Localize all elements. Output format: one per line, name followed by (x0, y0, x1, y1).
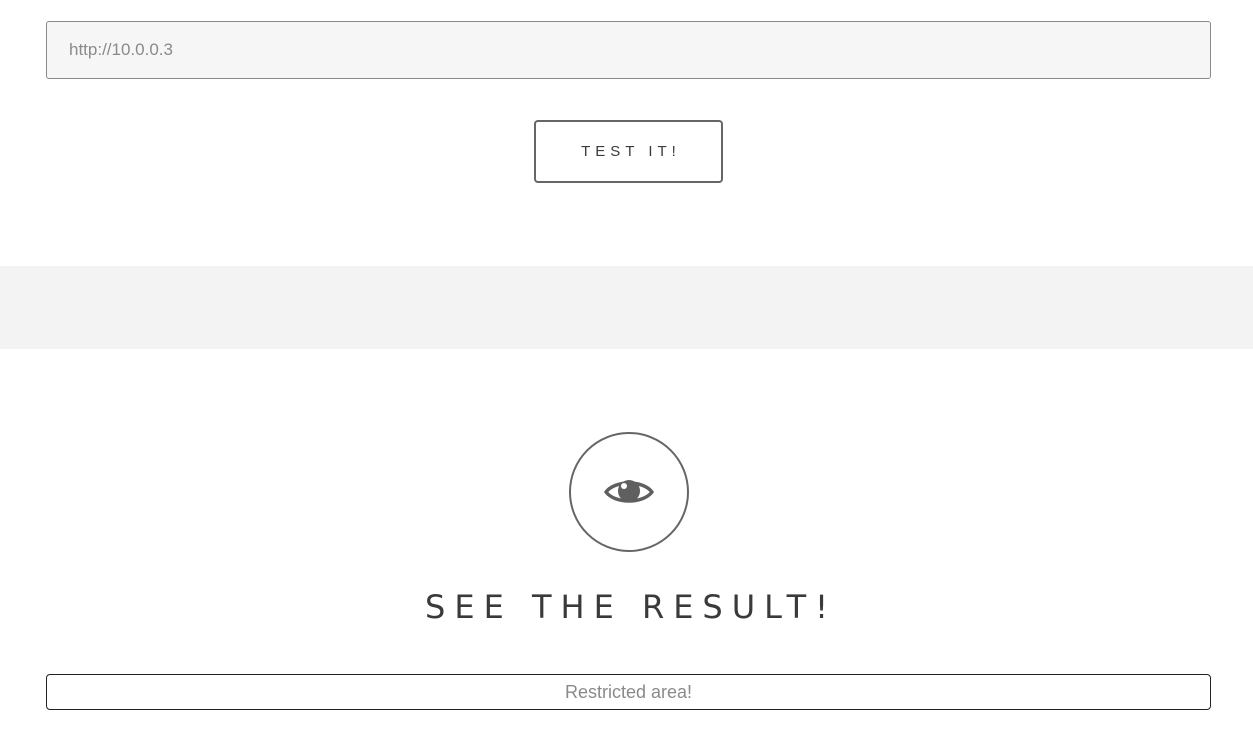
result-title: SEE THE RESULT! (425, 588, 837, 626)
url-input[interactable] (46, 21, 1211, 79)
eye-icon (604, 480, 654, 503)
divider-band (0, 266, 1253, 349)
test-it-button[interactable]: TEST IT! (534, 120, 723, 183)
page: TEST IT! SEE THE RESULT! Restricted area… (0, 0, 1253, 736)
result-icon-circle (569, 432, 689, 552)
result-output: Restricted area! (46, 674, 1211, 710)
